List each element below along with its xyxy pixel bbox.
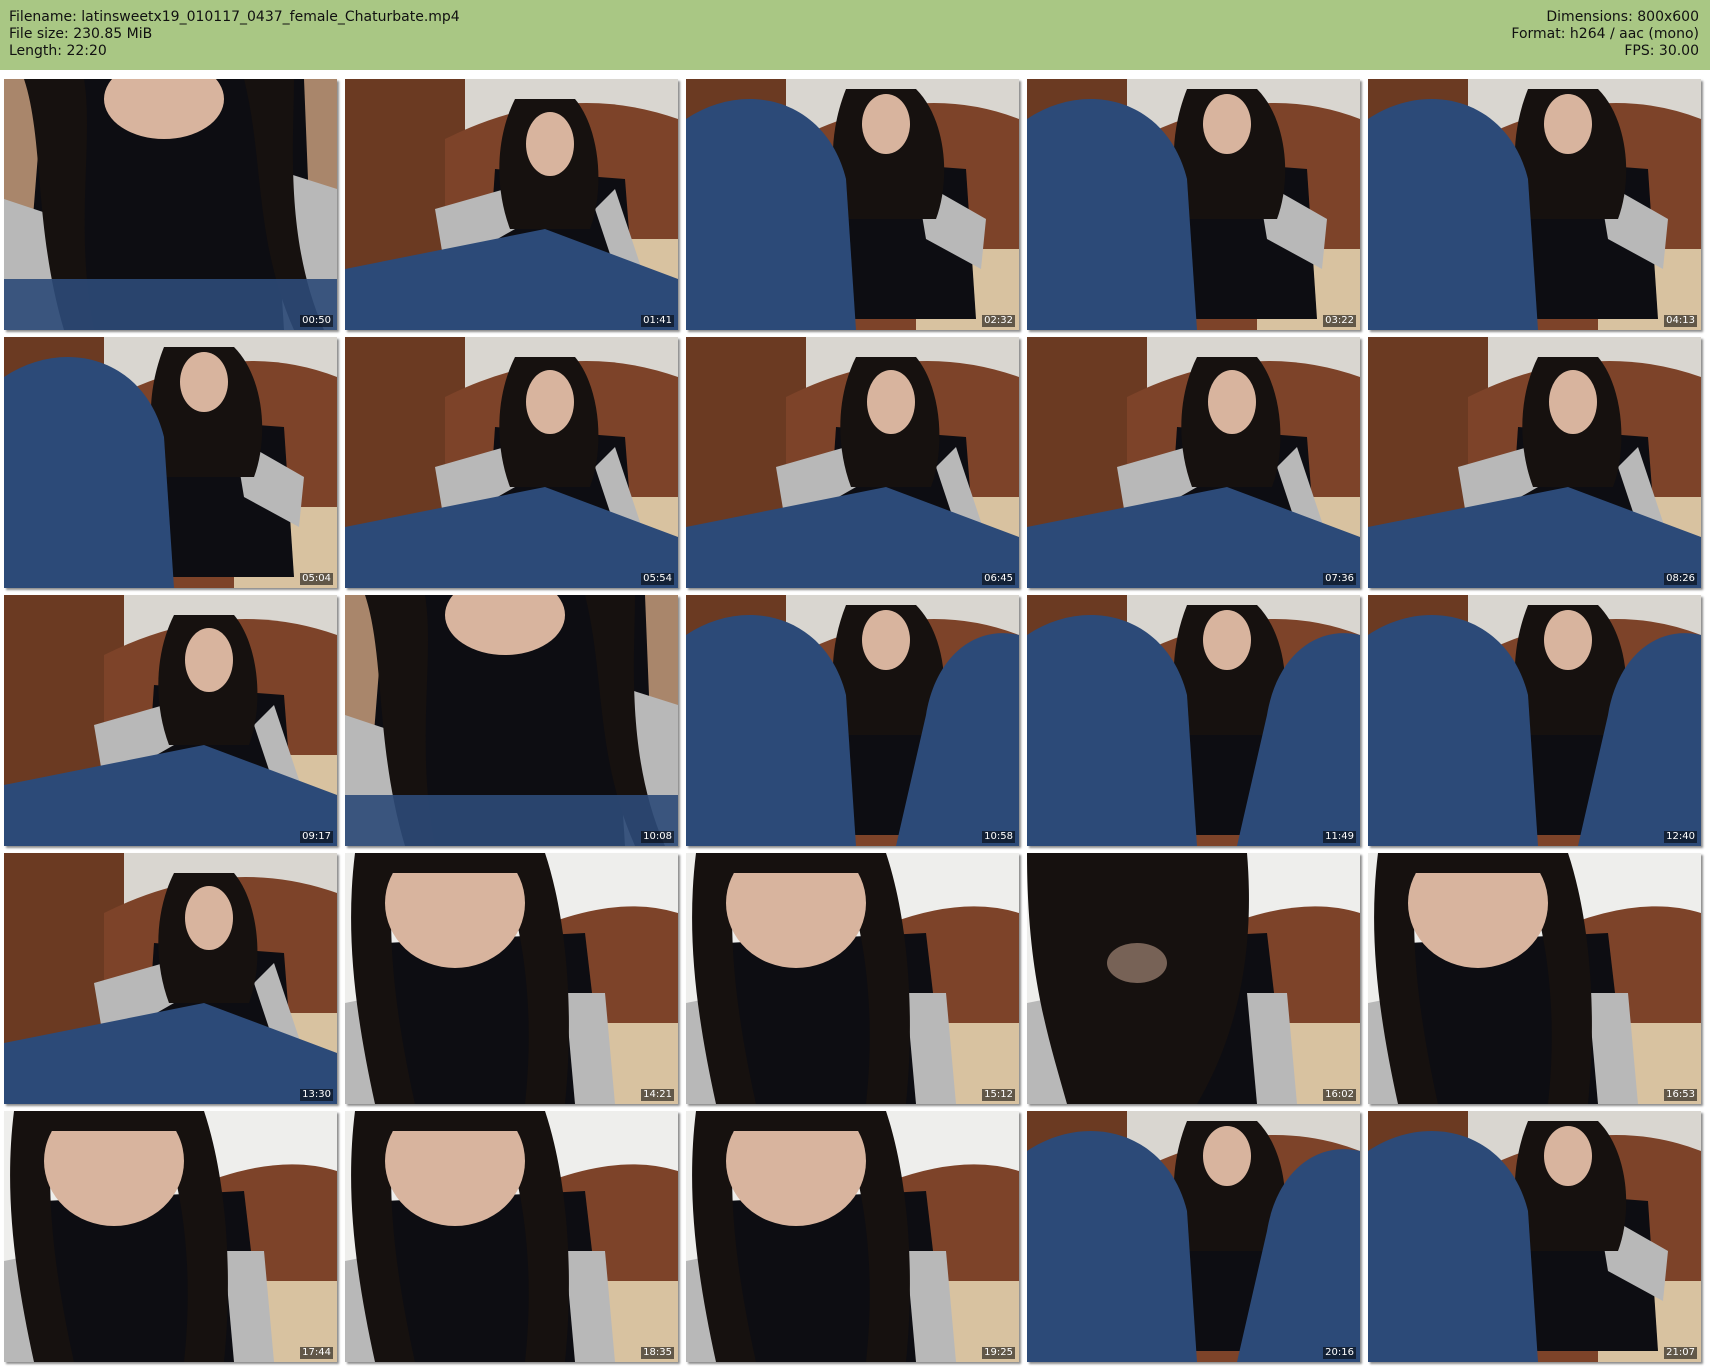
thumbnail-frame-image xyxy=(1368,595,1701,846)
thumbnail-frame-image xyxy=(1368,337,1701,588)
filesize-label: File size: 230.85 MiB xyxy=(9,26,153,42)
thumbnail-frame-image xyxy=(1027,1111,1360,1362)
thumbnail-frame-image xyxy=(4,79,337,330)
video-thumbnail: 05:54 xyxy=(345,337,678,588)
video-thumbnail: 19:25 xyxy=(686,1111,1019,1362)
thumbnail-timestamp: 03:22 xyxy=(1323,315,1356,327)
info-left-block: Filename: latinsweetx19_010117_0437_fema… xyxy=(9,9,460,60)
video-thumbnail: 18:35 xyxy=(345,1111,678,1362)
thumbnail-timestamp: 18:35 xyxy=(641,1347,674,1359)
thumbnail-frame-image xyxy=(4,853,337,1104)
video-thumbnail: 01:41 xyxy=(345,79,678,330)
thumbnail-timestamp: 16:53 xyxy=(1664,1089,1697,1101)
thumbnail-frame-image xyxy=(686,1111,1019,1362)
video-thumbnail: 06:45 xyxy=(686,337,1019,588)
thumbnail-timestamp: 05:04 xyxy=(300,573,333,585)
video-thumbnail: 10:58 xyxy=(686,595,1019,846)
thumbnail-timestamp: 20:16 xyxy=(1323,1347,1356,1359)
thumbnail-timestamp: 05:54 xyxy=(641,573,674,585)
thumbnail-timestamp: 00:50 xyxy=(300,315,333,327)
thumbnail-timestamp: 21:07 xyxy=(1664,1347,1697,1359)
thumbnail-timestamp: 12:40 xyxy=(1664,831,1697,843)
video-thumbnail: 09:17 xyxy=(4,595,337,846)
video-thumbnail: 00:50 xyxy=(4,79,337,330)
video-thumbnail: 21:07 xyxy=(1368,1111,1701,1362)
video-thumbnail: 15:12 xyxy=(686,853,1019,1104)
thumbnail-grid: 00:50 01:41 02:32 03:22 04:13 05:04 05:54 06:45… xyxy=(4,79,1708,1365)
info-right-block: Dimensions: 800x600 Format: h264 / aac (… xyxy=(1511,9,1699,60)
thumbnail-frame-image xyxy=(686,337,1019,588)
thumbnail-timestamp: 11:49 xyxy=(1323,831,1356,843)
thumbnail-timestamp: 17:44 xyxy=(300,1347,333,1359)
thumbnail-timestamp: 19:25 xyxy=(982,1347,1015,1359)
thumbnail-frame-image xyxy=(4,337,337,588)
thumbnail-timestamp: 16:02 xyxy=(1323,1089,1356,1101)
thumbnail-timestamp: 06:45 xyxy=(982,573,1015,585)
video-thumbnail: 10:08 xyxy=(345,595,678,846)
thumbnail-frame-image xyxy=(686,853,1019,1104)
thumbnail-timestamp: 09:17 xyxy=(300,831,333,843)
video-thumbnail: 12:40 xyxy=(1368,595,1701,846)
video-thumbnail: 08:26 xyxy=(1368,337,1701,588)
thumbnail-timestamp: 08:26 xyxy=(1664,573,1697,585)
video-thumbnail: 11:49 xyxy=(1027,595,1360,846)
thumbnail-timestamp: 13:30 xyxy=(300,1089,333,1101)
format-label: Format: h264 / aac (mono) xyxy=(1511,26,1699,42)
video-thumbnail: 17:44 xyxy=(4,1111,337,1362)
thumbnail-frame-image xyxy=(686,79,1019,330)
thumbnail-frame-image xyxy=(345,337,678,588)
thumbnail-timestamp: 10:58 xyxy=(982,831,1015,843)
dimensions-label: Dimensions: 800x600 xyxy=(1546,9,1699,25)
thumbnail-frame-image xyxy=(1368,79,1701,330)
thumbnail-frame-image xyxy=(345,853,678,1104)
info-header: Filename: latinsweetx19_010117_0437_fema… xyxy=(0,0,1710,70)
thumbnail-timestamp: 10:08 xyxy=(641,831,674,843)
thumbnail-frame-image xyxy=(1027,337,1360,588)
thumbnail-frame-image xyxy=(4,595,337,846)
thumbnail-timestamp: 07:36 xyxy=(1323,573,1356,585)
thumbnail-frame-image xyxy=(1027,595,1360,846)
thumbnail-frame-image xyxy=(1368,1111,1701,1362)
thumbnail-frame-image xyxy=(345,1111,678,1362)
video-thumbnail: 05:04 xyxy=(4,337,337,588)
length-label: Length: 22:20 xyxy=(9,43,107,59)
thumbnail-timestamp: 15:12 xyxy=(982,1089,1015,1101)
thumbnail-frame-image xyxy=(4,1111,337,1362)
thumbnail-timestamp: 04:13 xyxy=(1664,315,1697,327)
video-thumbnail: 20:16 xyxy=(1027,1111,1360,1362)
thumbnail-timestamp: 01:41 xyxy=(641,315,674,327)
video-thumbnail: 02:32 xyxy=(686,79,1019,330)
thumbnail-frame-image xyxy=(1027,79,1360,330)
thumbnail-timestamp: 14:21 xyxy=(641,1089,674,1101)
video-thumbnail: 07:36 xyxy=(1027,337,1360,588)
video-thumbnail: 04:13 xyxy=(1368,79,1701,330)
video-thumbnail: 16:02 xyxy=(1027,853,1360,1104)
fps-label: FPS: 30.00 xyxy=(1624,43,1699,59)
video-thumbnail: 13:30 xyxy=(4,853,337,1104)
filename-label: Filename: latinsweetx19_010117_0437_fema… xyxy=(9,9,460,25)
thumbnail-frame-image xyxy=(686,595,1019,846)
thumbnail-frame-image xyxy=(1027,853,1360,1104)
thumbnail-timestamp: 02:32 xyxy=(982,315,1015,327)
video-thumbnail: 03:22 xyxy=(1027,79,1360,330)
thumbnail-frame-image xyxy=(345,595,678,846)
thumbnail-frame-image xyxy=(345,79,678,330)
thumbnail-frame-image xyxy=(1368,853,1701,1104)
video-thumbnail: 16:53 xyxy=(1368,853,1701,1104)
video-thumbnail: 14:21 xyxy=(345,853,678,1104)
